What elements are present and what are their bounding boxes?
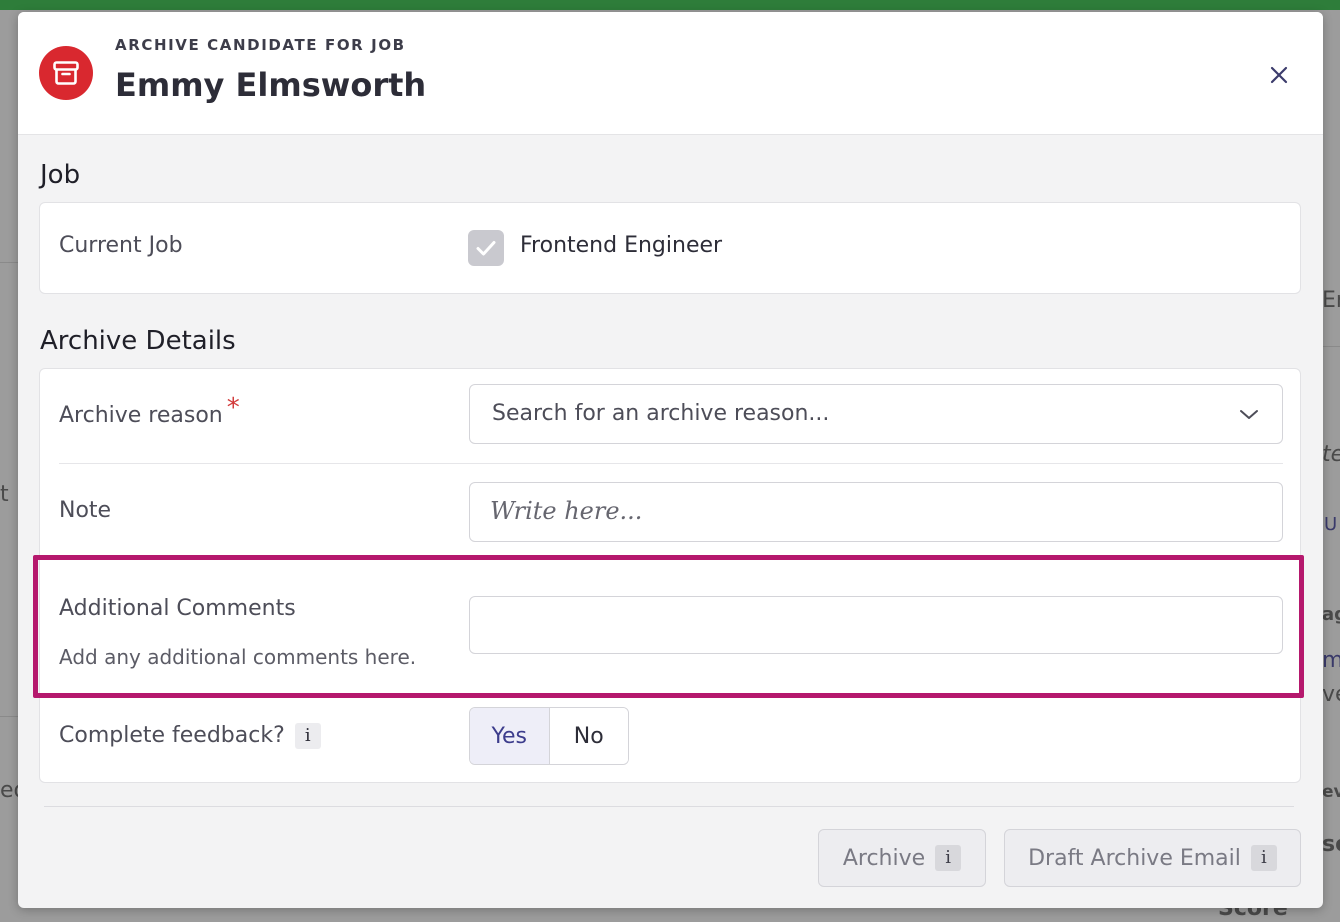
background-text: En — [1322, 288, 1340, 313]
background-divider — [0, 716, 18, 717]
chevron-down-icon — [1240, 410, 1258, 419]
background-text: t — [0, 482, 9, 507]
info-icon: i — [1250, 845, 1277, 871]
archive-button-label: Archive — [842, 845, 926, 871]
background-text: te — [1322, 442, 1340, 467]
draft-archive-email-label: Draft Archive Email — [1028, 845, 1241, 871]
additional-comments-help: Add any additional comments here. — [59, 645, 417, 669]
background-text: so — [1322, 832, 1340, 857]
complete-feedback-toggle: Yes No — [469, 707, 629, 765]
background-text: ev — [1322, 782, 1340, 802]
draft-archive-email-button[interactable]: Draft Archive Email i — [1004, 829, 1301, 887]
archive-button[interactable]: Archive i — [818, 829, 986, 887]
info-icon: i — [935, 845, 962, 871]
feedback-no-option[interactable]: No — [549, 708, 628, 764]
background-text: m — [1322, 648, 1340, 673]
note-label: Note — [59, 498, 112, 523]
footer-divider — [44, 806, 1294, 807]
archive-candidate-modal: ARCHIVE CANDIDATE FOR JOB Emmy Elmsworth… — [18, 12, 1323, 908]
required-asterisk: * — [226, 393, 240, 423]
close-button[interactable] — [1266, 62, 1292, 88]
current-job-label: Current Job — [59, 233, 183, 258]
background-text: U — [1324, 514, 1338, 535]
complete-feedback-label-text: Complete feedback? — [59, 723, 285, 748]
job-section-title: Job — [40, 160, 81, 190]
background-text: ve — [1322, 682, 1340, 707]
current-job-checkbox[interactable] — [468, 230, 504, 266]
archive-details-card: Archive reason * Search for an archive re… — [39, 368, 1301, 783]
archive-details-title: Archive Details — [40, 326, 236, 356]
archive-icon — [39, 46, 93, 100]
archive-reason-select[interactable]: Search for an archive reason... — [469, 384, 1283, 444]
job-card: Current Job Frontend Engineer — [39, 202, 1301, 294]
checkmark-icon — [476, 241, 496, 256]
candidate-name: Emmy Elmsworth — [115, 66, 427, 104]
archive-reason-placeholder: Search for an archive reason... — [492, 401, 830, 426]
complete-feedback-label: Complete feedback? i — [59, 723, 321, 749]
modal-eyebrow: ARCHIVE CANDIDATE FOR JOB — [115, 36, 406, 54]
background-divider — [0, 262, 18, 263]
background-text: ag — [1322, 604, 1340, 625]
archive-reason-label: Archive reason * — [59, 393, 240, 429]
note-input[interactable]: Write here... — [469, 482, 1283, 542]
feedback-yes-option[interactable]: Yes — [470, 708, 550, 764]
info-icon[interactable]: i — [294, 723, 321, 749]
modal-header: ARCHIVE CANDIDATE FOR JOB Emmy Elmsworth — [18, 12, 1323, 135]
background-divider — [1323, 346, 1340, 347]
additional-comments-input[interactable] — [469, 596, 1283, 654]
note-placeholder: Write here... — [490, 497, 643, 525]
close-icon — [1270, 66, 1288, 84]
additional-comments-label: Additional Comments — [59, 596, 296, 621]
archive-reason-label-text: Archive reason — [59, 403, 223, 428]
field-divider — [59, 463, 1283, 464]
current-job-value: Frontend Engineer — [520, 233, 723, 258]
app-top-bar — [0, 0, 1340, 10]
